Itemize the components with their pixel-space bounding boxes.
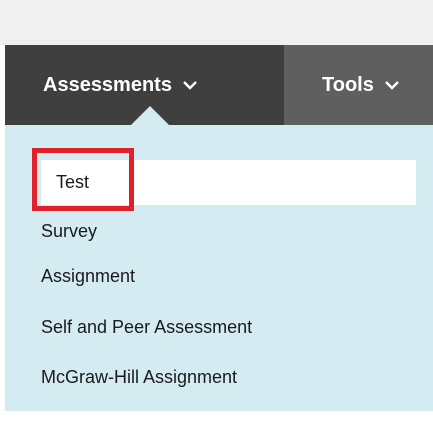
menu-item-assignment[interactable]: Assignment — [41, 254, 135, 298]
top-strip — [0, 0, 433, 45]
dropdown-pointer — [131, 106, 169, 125]
menu-item-survey[interactable]: Survey — [41, 209, 97, 253]
chevron-down-icon — [182, 79, 198, 91]
menu-item-test[interactable]: Test — [41, 160, 416, 205]
menu-item-label: Assignment — [41, 266, 136, 286]
chevron-down-icon — [384, 79, 400, 91]
menu-item-label: Self and Peer Assessment — [41, 317, 253, 337]
menu-bar: Assessments Tools — [5, 45, 433, 125]
menu-item-label: Test — [56, 172, 90, 192]
menu-item-label: McGraw-Hill Assignment — [41, 367, 238, 387]
tab-assessments-label: Assessments — [43, 73, 172, 96]
tab-tools-label: Tools — [322, 73, 374, 96]
menu-item-label: Survey — [41, 221, 98, 241]
menu-item-mcgraw-hill-assignment[interactable]: McGraw-Hill Assignment — [41, 355, 237, 399]
tab-tools[interactable]: Tools — [284, 45, 433, 125]
assessments-dropdown-menu: Test Survey Assignment Self and Peer Ass… — [5, 125, 433, 411]
menu-item-self-and-peer-assessment[interactable]: Self and Peer Assessment — [41, 305, 252, 349]
